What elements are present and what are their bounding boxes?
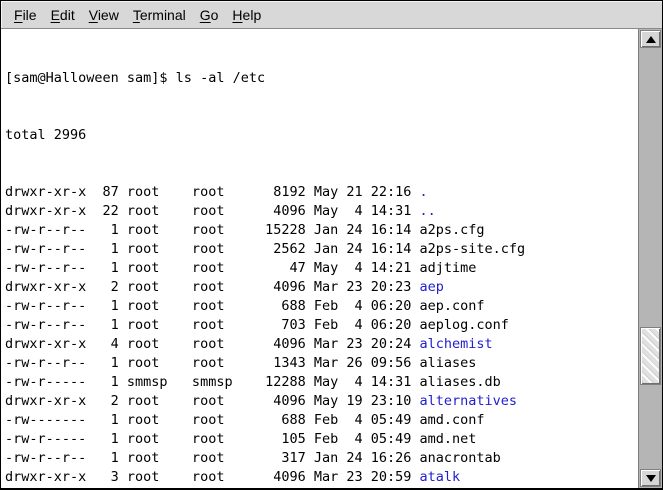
- terminal-row: drwxr-xr-x 2 root root 4096 Mar 23 20:23…: [5, 278, 638, 297]
- arrow-down-icon: [646, 475, 656, 482]
- terminal-row: -rw-r--r-- 1 root root 1343 Mar 26 09:56…: [5, 354, 638, 373]
- file-name: aep: [420, 279, 444, 295]
- terminal-row: drwxr-xr-x 2 root root 4096 May 19 23:10…: [5, 392, 638, 411]
- scrollbar-trough[interactable]: [639, 48, 662, 469]
- file-name: ..: [420, 203, 436, 219]
- file-name: adjtime: [420, 260, 477, 276]
- terminal-row: -rw-r----- 1 root root 105 Feb 4 05:49 a…: [5, 430, 638, 449]
- file-name: atalk: [420, 469, 461, 485]
- terminal-row: drwxr-xr-x 3 root root 4096 Mar 23 20:59…: [5, 468, 638, 487]
- file-name: aliases.db: [420, 374, 501, 390]
- menu-bar: FileEditViewTerminalGoHelp: [1, 1, 662, 29]
- menu-item-help[interactable]: Help: [225, 3, 268, 27]
- file-name: aeplog.conf: [420, 317, 509, 333]
- file-name: aliases: [420, 355, 477, 371]
- file-name: amd.net: [420, 431, 477, 447]
- file-name: amd.conf: [420, 412, 485, 428]
- total-line: total 2996: [5, 126, 638, 145]
- menu-item-file[interactable]: File: [7, 3, 44, 27]
- file-name: a2ps-site.cfg: [420, 241, 526, 257]
- file-name: alternatives: [420, 393, 518, 409]
- terminal-window: FileEditViewTerminalGoHelp [sam@Hallowee…: [0, 0, 663, 490]
- scroll-down-button[interactable]: [640, 469, 661, 487]
- terminal-row: -rw-r----- 1 smmsp smmsp 12288 May 4 14:…: [5, 373, 638, 392]
- terminal-row: -rw-r--r-- 1 root root 703 Feb 4 06:20 a…: [5, 316, 638, 335]
- file-name: anacrontab: [420, 450, 501, 466]
- file-name: a2ps.cfg: [420, 222, 485, 238]
- scrollbar-thumb[interactable]: [640, 327, 661, 385]
- menu-item-view[interactable]: View: [82, 3, 126, 27]
- terminal-row: -rw-r--r-- 1 root root 15228 Jan 24 16:1…: [5, 221, 638, 240]
- file-name: .: [420, 184, 428, 200]
- menu-item-terminal[interactable]: Terminal: [126, 3, 193, 27]
- terminal-row: -rw------- 1 root root 1 Jan 24 16:45 at…: [5, 487, 638, 488]
- terminal-row: -rw-r--r-- 1 root root 2562 Jan 24 16:14…: [5, 240, 638, 259]
- window-content: [sam@Halloween sam]$ ls -al /etc total 2…: [1, 29, 662, 488]
- file-listing: drwxr-xr-x 87 root root 8192 May 21 22:1…: [5, 183, 638, 488]
- file-name: alchemist: [420, 336, 493, 352]
- terminal-row: drwxr-xr-x 22 root root 4096 May 4 14:31…: [5, 202, 638, 221]
- terminal-row: drwxr-xr-x 4 root root 4096 Mar 23 20:24…: [5, 335, 638, 354]
- menu-item-go[interactable]: Go: [193, 3, 226, 27]
- scroll-up-button[interactable]: [640, 30, 661, 48]
- vertical-scrollbar[interactable]: [638, 29, 662, 488]
- menu-item-edit[interactable]: Edit: [44, 3, 82, 27]
- prompt-line: [sam@Halloween sam]$ ls -al /etc: [5, 69, 638, 88]
- arrow-up-icon: [646, 36, 656, 43]
- terminal-row: -rw-r--r-- 1 root root 47 May 4 14:21 ad…: [5, 259, 638, 278]
- terminal-row: -rw-r--r-- 1 root root 317 Jan 24 16:26 …: [5, 449, 638, 468]
- terminal-row: -rw-r--r-- 1 root root 688 Feb 4 06:20 a…: [5, 297, 638, 316]
- terminal-row: drwxr-xr-x 87 root root 8192 May 21 22:1…: [5, 183, 638, 202]
- file-name: aep.conf: [420, 298, 485, 314]
- terminal-output[interactable]: [sam@Halloween sam]$ ls -al /etc total 2…: [1, 29, 638, 488]
- terminal-row: -rw------- 1 root root 688 Feb 4 05:49 a…: [5, 411, 638, 430]
